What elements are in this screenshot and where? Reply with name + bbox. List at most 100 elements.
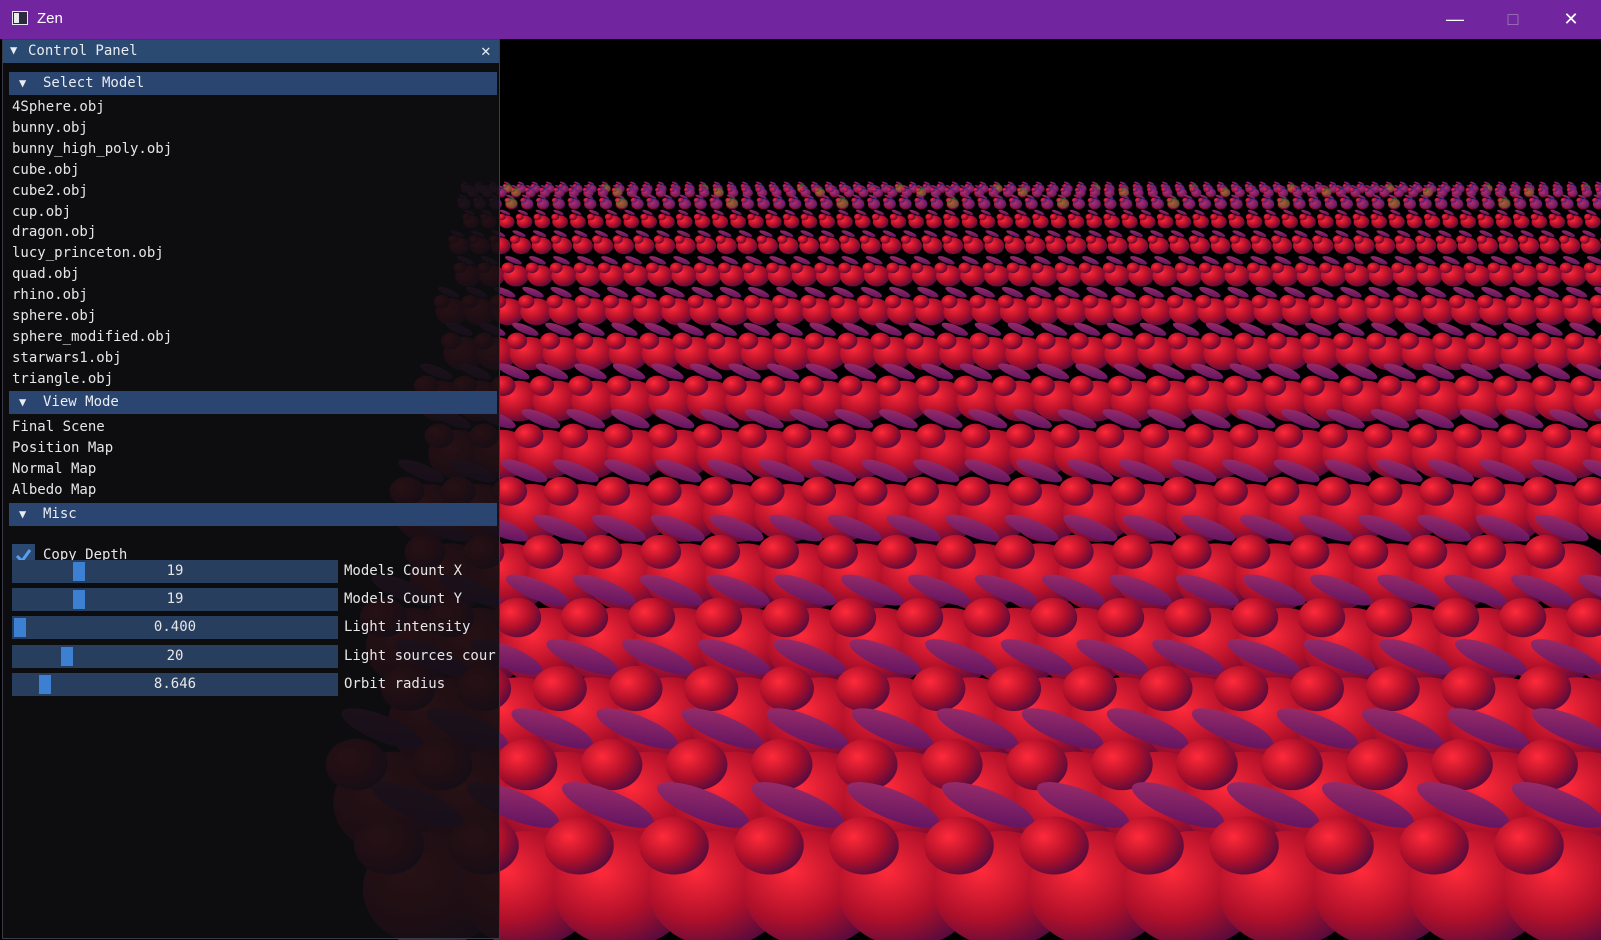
bunny-model: [518, 286, 553, 326]
bunny-model: [910, 256, 938, 287]
bunny-model: [1261, 194, 1275, 210]
section-header-view-mode[interactable]: ▼ View Mode: [9, 391, 497, 414]
model-list-item[interactable]: sphere.obj: [12, 307, 96, 326]
model-list-item[interactable]: dragon.obj: [12, 223, 96, 242]
model-list-item[interactable]: lucy_princeton.obj: [12, 244, 164, 263]
bunny-model: [1415, 256, 1443, 287]
bunny-model: [574, 286, 609, 326]
bunny-model: [740, 194, 755, 210]
bunny-model: [659, 286, 694, 326]
bunny-model: [1087, 194, 1101, 210]
close-panel-icon[interactable]: ✕: [481, 41, 491, 60]
bunny-model: [1332, 230, 1355, 255]
bunny-model: [1103, 194, 1117, 210]
slider-light-intensity[interactable]: 0.400: [12, 616, 338, 640]
bunny-model: [1110, 286, 1145, 326]
model-list-item[interactable]: sphere_modified.obj: [12, 328, 172, 347]
bunny-model: [921, 230, 943, 255]
model-list-item[interactable]: 4Sphere.obj: [12, 98, 105, 117]
bunny-model: [1370, 209, 1388, 229]
bunny-model: [1459, 209, 1477, 229]
bunny-model: [1192, 209, 1209, 229]
bunny-model: [839, 230, 861, 255]
slider-light-sources-cour[interactable]: 20: [12, 644, 338, 668]
bunny-model: [1106, 230, 1128, 255]
bunny-model: [1006, 256, 1034, 287]
bunny-model: [997, 286, 1033, 326]
bunny-model: [674, 230, 696, 255]
bunny-model: [1566, 209, 1583, 229]
view-mode-item[interactable]: Albedo Map: [12, 481, 96, 500]
model-list-item[interactable]: cube2.obj: [12, 182, 88, 201]
view-mode-item[interactable]: Final Scene: [12, 418, 105, 437]
collapse-arrow-icon: ▼: [19, 395, 27, 409]
bunny-model: [1067, 209, 1085, 229]
bunny-model: [1127, 230, 1149, 255]
maximize-button[interactable]: □: [1484, 0, 1542, 39]
slider-label: Orbit radius: [344, 675, 446, 692]
bunny-model: [622, 209, 640, 229]
bunny-model: [597, 256, 626, 287]
bunny-model: [1405, 209, 1423, 229]
view-mode-item[interactable]: Position Map: [12, 439, 113, 458]
bunny-model: [1082, 286, 1117, 326]
control-panel-title-bar[interactable]: ▼ Control Panel ✕: [3, 40, 499, 63]
maximize-icon: □: [1507, 9, 1519, 29]
bunny-model: [1210, 209, 1227, 229]
model-list-item[interactable]: rhino.obj: [12, 286, 88, 305]
bunny-model: [800, 286, 835, 326]
bunny-model: [1168, 230, 1190, 255]
bunny-model: [1147, 230, 1169, 255]
model-list-item[interactable]: cube.obj: [12, 161, 79, 180]
minimize-icon: —: [1446, 9, 1464, 29]
bunny-model: [525, 256, 553, 287]
model-list-item[interactable]: bunny_high_poly.obj: [12, 140, 172, 159]
slider-models-count-x[interactable]: 19: [12, 560, 338, 583]
bunny-model: [1353, 230, 1375, 255]
bunny-model: [1307, 286, 1343, 326]
bunny-model: [764, 209, 782, 229]
bunny-model: [1487, 256, 1515, 287]
bunny-model: [1044, 230, 1067, 255]
bunny-model: [859, 230, 881, 255]
bunny-model: [1166, 286, 1202, 326]
control-panel-title: Control Panel: [28, 43, 138, 59]
view-mode-item[interactable]: Normal Map: [12, 460, 96, 479]
section-label: Select Model: [43, 75, 145, 91]
collapse-arrow-icon[interactable]: ▼: [10, 43, 17, 57]
bunny-model: [886, 256, 914, 287]
bunny-model: [747, 209, 764, 229]
bunny-model: [1373, 230, 1396, 255]
bunny-model: [1579, 230, 1601, 255]
bunny-model: [1223, 286, 1258, 326]
bunny-model: [604, 209, 622, 229]
bunny-model: [1281, 209, 1299, 229]
bunny-model: [1343, 256, 1371, 287]
bunny-model: [777, 230, 799, 255]
bunny-model: [856, 286, 892, 326]
bunny-model: [814, 256, 842, 287]
bunny-model: [711, 209, 729, 229]
model-list-item[interactable]: cup.obj: [12, 203, 71, 222]
bunny-model: [1126, 256, 1155, 287]
bunny-model: [675, 209, 693, 229]
model-list-item[interactable]: starwars1.obj: [12, 349, 122, 368]
bunny-model: [1209, 230, 1231, 255]
slider-models-count-y[interactable]: 19: [12, 588, 338, 612]
minimize-button[interactable]: —: [1426, 0, 1484, 39]
section-header-select-model[interactable]: ▼ Select Model: [9, 72, 497, 95]
bunny-model: [871, 209, 889, 229]
bunny-model: [612, 230, 635, 255]
model-list-item[interactable]: quad.obj: [12, 265, 79, 284]
bunny-model: [550, 230, 573, 255]
slider-label: Models Count X: [344, 563, 463, 579]
model-list-item[interactable]: triangle.obj: [12, 370, 113, 389]
section-header-misc[interactable]: ▼ Misc: [9, 503, 497, 526]
app-window-icon: [12, 11, 28, 25]
slider-orbit-radius[interactable]: 8.646: [12, 672, 338, 696]
slider-value: 8.646: [153, 675, 197, 692]
close-window-button[interactable]: ✕: [1542, 0, 1600, 39]
model-list-item[interactable]: bunny.obj: [12, 119, 88, 138]
slider-value: 0.400: [153, 619, 197, 636]
bunny-model: [782, 209, 800, 229]
